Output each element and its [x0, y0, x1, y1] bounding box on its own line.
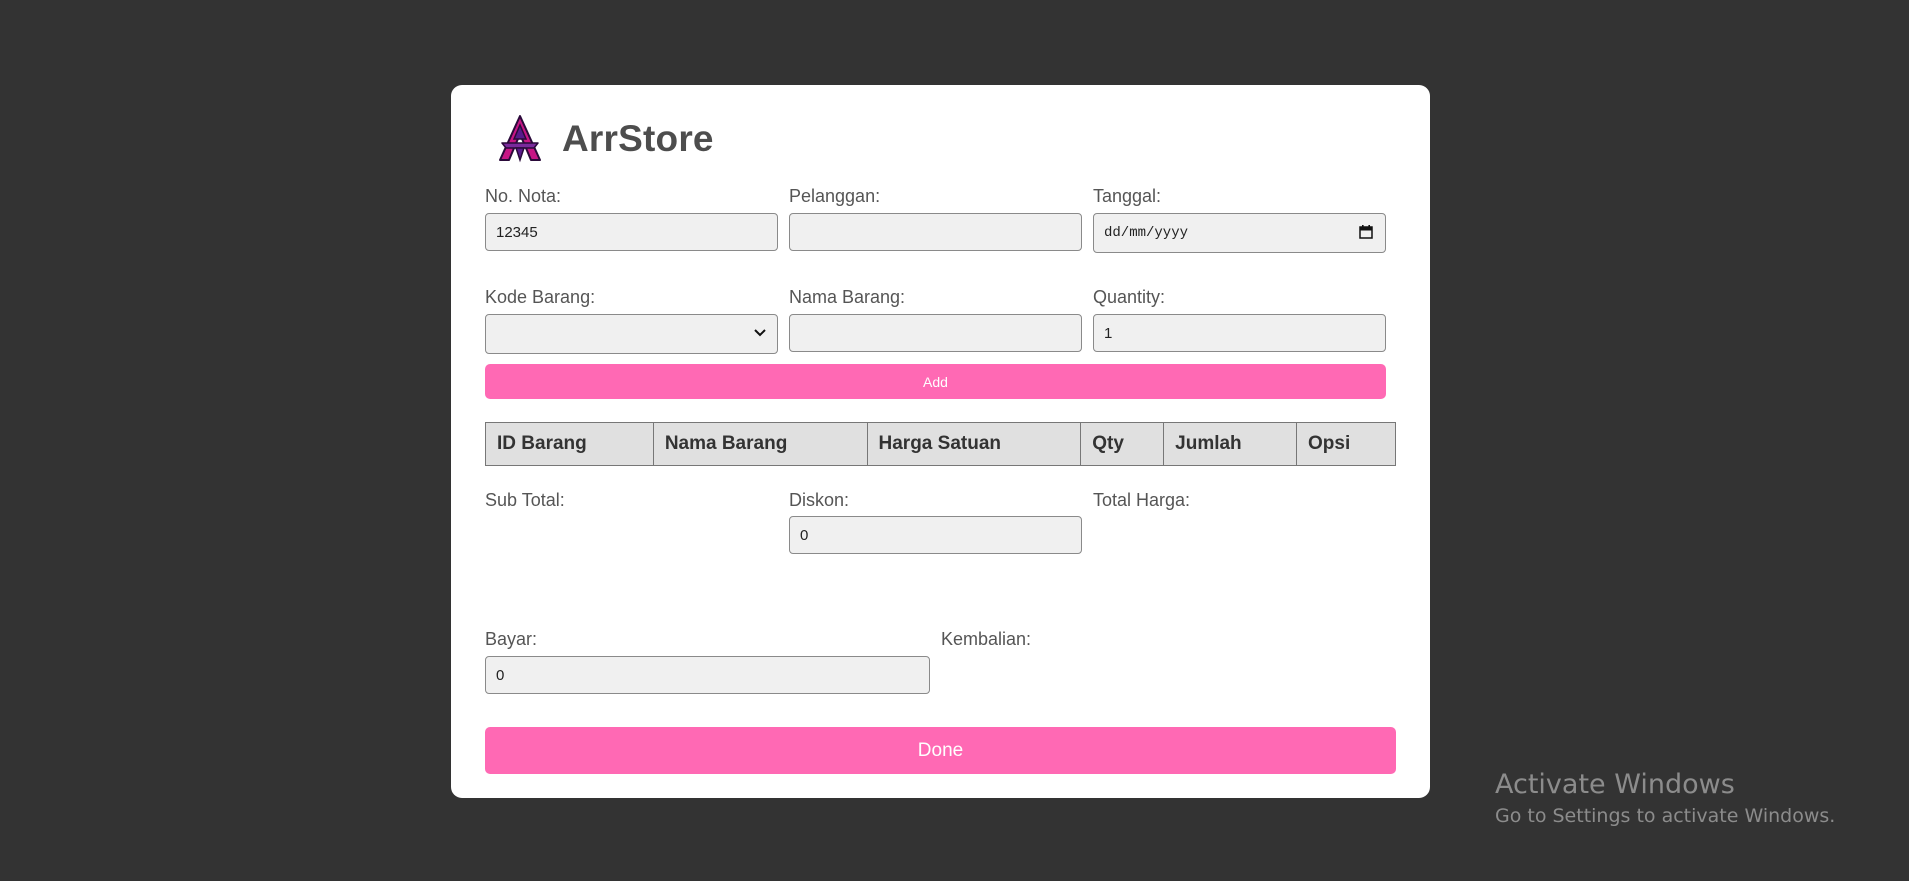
no-nota-label: No. Nota:: [485, 186, 562, 206]
header-id-barang: ID Barang: [485, 422, 654, 466]
done-button[interactable]: Done: [485, 727, 1396, 774]
kode-barang-select[interactable]: [485, 314, 778, 354]
store-title: ArrStore: [562, 118, 714, 159]
calendar-icon[interactable]: [1359, 225, 1373, 239]
sub-total-label: Sub Total:: [485, 490, 565, 510]
table-header-row: ID Barang Nama Barang Harga Satuan Qty J…: [485, 422, 1396, 466]
diskon-value: 0: [800, 526, 809, 544]
header-qty: Qty: [1080, 422, 1165, 466]
quantity-input[interactable]: 1: [1093, 314, 1386, 352]
pelanggan-label: Pelanggan:: [789, 186, 881, 206]
chevron-down-icon: [754, 329, 766, 337]
header-opsi: Opsi: [1296, 422, 1396, 466]
tanggal-label: Tanggal:: [1093, 186, 1162, 206]
quantity-value: 1: [1104, 324, 1113, 342]
no-nota-value: 12345: [496, 223, 538, 241]
add-button[interactable]: Add: [485, 364, 1386, 399]
activate-windows-watermark: Activate Windows Go to Settings to activ…: [1495, 768, 1835, 830]
quantity-label: Quantity:: [1093, 287, 1166, 307]
bayar-input[interactable]: 0: [485, 656, 930, 694]
no-nota-input[interactable]: 12345: [485, 213, 778, 251]
brand-header: ArrStore: [490, 113, 714, 165]
kode-barang-label: Kode Barang:: [485, 287, 596, 307]
bayar-label: Bayar:: [485, 629, 538, 649]
tanggal-placeholder: dd/mm/yyyy: [1104, 225, 1189, 241]
total-harga-label: Total Harga:: [1093, 490, 1191, 510]
header-jumlah: Jumlah: [1163, 422, 1298, 466]
watermark-title: Activate Windows: [1495, 769, 1735, 800]
kembalian-label: Kembalian:: [941, 629, 1032, 649]
diskon-input[interactable]: 0: [789, 516, 1082, 554]
pos-card: ArrStore No. Nota: 12345 Pelanggan: Tang…: [451, 85, 1430, 798]
tanggal-date-input[interactable]: dd/mm/yyyy: [1093, 213, 1386, 253]
header-harga-satuan: Harga Satuan: [866, 422, 1082, 466]
arrstore-logo-icon: [499, 115, 541, 163]
watermark-subtitle: Go to Settings to activate Windows.: [1495, 805, 1836, 827]
nama-barang-label: Nama Barang:: [789, 287, 906, 307]
diskon-label: Diskon:: [789, 490, 850, 510]
nama-barang-input[interactable]: [789, 314, 1082, 352]
header-nama-barang: Nama Barang: [652, 422, 868, 466]
pelanggan-input[interactable]: [789, 213, 1082, 251]
bayar-value: 0: [496, 666, 505, 684]
page: ArrStore No. Nota: 12345 Pelanggan: Tang…: [0, 0, 1909, 881]
items-table: ID Barang Nama Barang Harga Satuan Qty J…: [485, 422, 1396, 466]
